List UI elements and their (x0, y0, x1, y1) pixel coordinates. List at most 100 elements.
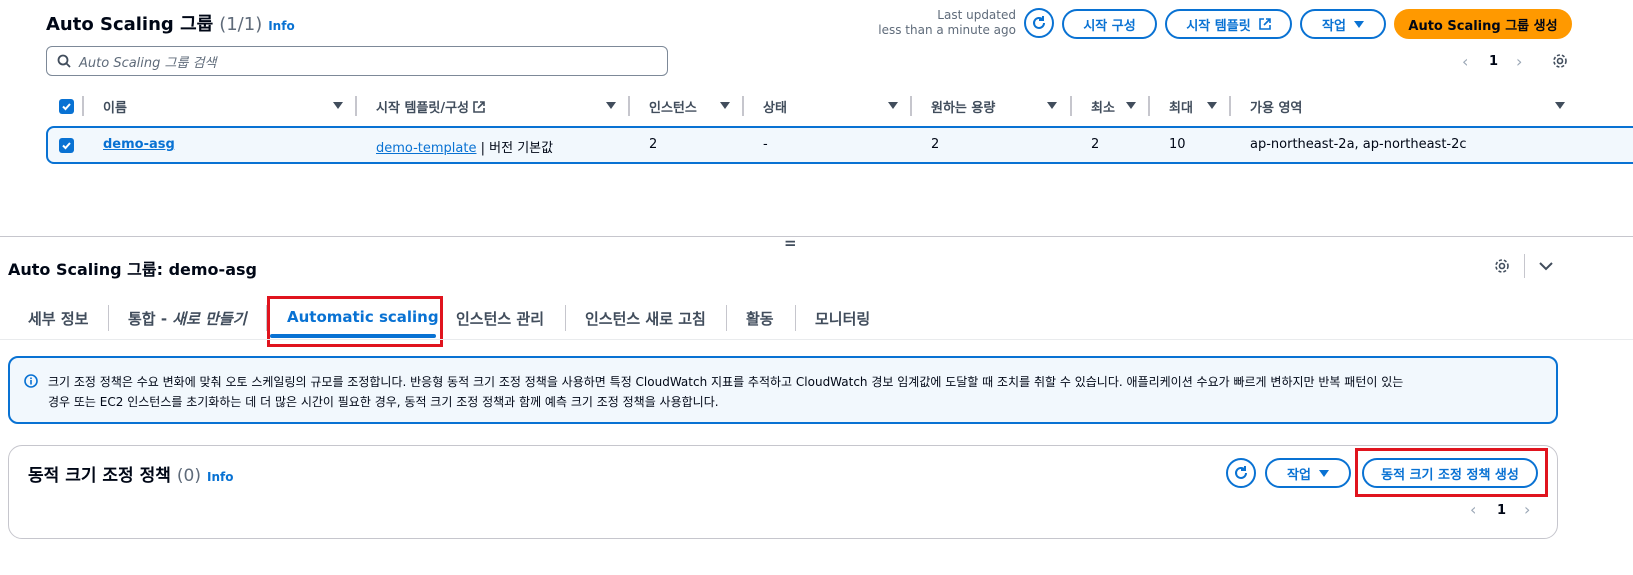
caret-down-icon (1353, 20, 1364, 28)
column-divider (910, 96, 912, 116)
group-count: (1/1) (219, 14, 263, 35)
column-divider (355, 96, 357, 116)
create-asg-button[interactable]: Auto Scaling 그룹 생성 (1394, 9, 1572, 39)
refresh-button[interactable] (1024, 8, 1054, 38)
actions-label: 작업 (1322, 18, 1346, 34)
sort-icon[interactable] (1555, 102, 1565, 109)
column-divider (742, 96, 744, 116)
info-link[interactable]: Info (207, 470, 233, 484)
prev-page-icon[interactable]: ‹ (1462, 52, 1468, 71)
asg-name-link[interactable]: demo-asg (103, 137, 175, 152)
detail-title: Auto Scaling 그룹: demo-asg (8, 260, 257, 279)
col-status[interactable]: 상태 (763, 97, 787, 116)
checkmark-icon (62, 103, 71, 111)
tab-instance-management[interactable]: 인스턴스 관리 (456, 308, 544, 329)
external-link-icon (1258, 18, 1271, 30)
sort-icon[interactable] (606, 102, 616, 109)
az-cell: ap-northeast-2a, ap-northeast-2c (1250, 137, 1467, 152)
launch-template-label: 시작 템플릿 (1186, 18, 1251, 34)
column-divider (1070, 96, 1072, 116)
settings-gear-icon[interactable] (1494, 258, 1510, 274)
instances-cell: 2 (649, 137, 658, 152)
next-page-icon[interactable]: › (1516, 52, 1522, 71)
chevron-down-icon[interactable] (1539, 261, 1553, 271)
alert-text: 크기 조정 정책은 수요 변화에 맞춰 오토 스케일링의 규모를 조정합니다. … (48, 372, 1548, 412)
tab-details[interactable]: 세부 정보 (28, 308, 88, 329)
create-asg-label: Auto Scaling 그룹 생성 (1408, 18, 1558, 34)
template-version: | 버전 기본값 (480, 141, 554, 156)
page-number[interactable]: 1 (1489, 54, 1498, 69)
search-icon (57, 54, 71, 68)
policies-actions-button[interactable]: 작업 (1265, 458, 1351, 488)
sort-icon[interactable] (333, 102, 343, 109)
sort-icon[interactable] (888, 102, 898, 109)
sort-icon[interactable] (1207, 102, 1217, 109)
last-updated: Last updated less than a minute ago (878, 8, 1016, 38)
select-all-checkbox[interactable] (59, 99, 74, 114)
tab-divider (795, 305, 796, 331)
tab-divider (108, 305, 109, 331)
col-desired[interactable]: 원하는 용량 (931, 97, 995, 116)
next-page-icon[interactable]: › (1524, 500, 1530, 519)
resize-handle[interactable]: = (784, 234, 797, 252)
caret-down-icon (1318, 469, 1329, 477)
template-link[interactable]: demo-template (376, 141, 476, 156)
policies-count: (0) (176, 466, 201, 486)
highlight-box (1355, 448, 1548, 497)
settings-gear-icon[interactable] (1552, 53, 1568, 69)
actions-button[interactable]: 작업 (1300, 9, 1386, 39)
row-checkbox[interactable] (59, 138, 74, 153)
external-link-icon (473, 100, 485, 113)
policies-actions-label: 작업 (1287, 467, 1311, 483)
checkmark-icon (62, 142, 71, 150)
tab-monitoring[interactable]: 모니터링 (815, 308, 870, 329)
search-input[interactable]: Auto Scaling 그룹 검색 (46, 46, 668, 76)
desired-cell: 2 (931, 137, 940, 152)
launch-config-button[interactable]: 시작 구성 (1062, 9, 1157, 39)
col-template[interactable]: 시작 템플릿/구성 (376, 97, 485, 116)
tab-integration[interactable]: 통합 - 새로 만들기 (128, 308, 247, 329)
tabs-baseline (0, 339, 1633, 340)
status-cell: - (763, 137, 768, 152)
min-cell: 2 (1091, 137, 1100, 152)
page-header: Auto Scaling 그룹 (1/1) Info (46, 10, 295, 36)
search-placeholder: Auto Scaling 그룹 검색 (79, 55, 217, 71)
template-cell: demo-template | 버전 기본값 (376, 137, 553, 156)
page-number[interactable]: 1 (1497, 503, 1506, 518)
sort-icon[interactable] (720, 102, 730, 109)
tab-instance-refresh[interactable]: 인스턴스 새로 고침 (585, 308, 706, 329)
alert-line-1: 크기 조정 정책은 수요 변화에 맞춰 오토 스케일링의 규모를 조정합니다. … (48, 375, 1404, 389)
col-name[interactable]: 이름 (103, 97, 127, 116)
page-title: Auto Scaling 그룹 (46, 14, 214, 35)
refresh-button[interactable] (1226, 458, 1256, 488)
launch-template-button[interactable]: 시작 템플릿 (1165, 9, 1292, 39)
sort-icon[interactable] (1047, 102, 1057, 109)
tab-divider (565, 305, 566, 331)
refresh-icon (1033, 16, 1045, 29)
header-divider (1524, 254, 1525, 278)
policies-header: 동적 크기 조정 정책 (0) Info (28, 461, 233, 486)
col-max[interactable]: 최대 (1169, 97, 1193, 116)
column-divider (1229, 96, 1231, 116)
col-az[interactable]: 가용 영역 (1250, 97, 1302, 116)
tab-activity[interactable]: 활동 (746, 308, 774, 329)
column-divider (1148, 96, 1150, 116)
last-updated-label: Last updated (937, 8, 1016, 22)
prev-page-icon[interactable]: ‹ (1470, 500, 1476, 519)
max-cell: 10 (1169, 137, 1186, 152)
column-divider (628, 96, 630, 116)
alert-line-2: 경우 또는 EC2 인스턴스를 초기화하는 데 더 많은 시간이 필요한 경우,… (48, 395, 719, 409)
tab-divider (726, 305, 727, 331)
col-instances[interactable]: 인스턴스 (649, 97, 697, 116)
column-divider (82, 96, 84, 116)
tab-integration-label: 통합 - (128, 310, 173, 328)
info-icon (24, 374, 38, 388)
col-template-label: 시작 템플릿/구성 (376, 101, 469, 116)
policies-title: 동적 크기 조정 정책 (28, 466, 171, 486)
sort-icon[interactable] (1126, 102, 1136, 109)
col-min[interactable]: 최소 (1091, 97, 1115, 116)
info-link[interactable]: Info (268, 19, 294, 33)
last-updated-value: less than a minute ago (878, 23, 1016, 37)
split-divider (0, 236, 1633, 237)
refresh-icon (1235, 466, 1247, 479)
